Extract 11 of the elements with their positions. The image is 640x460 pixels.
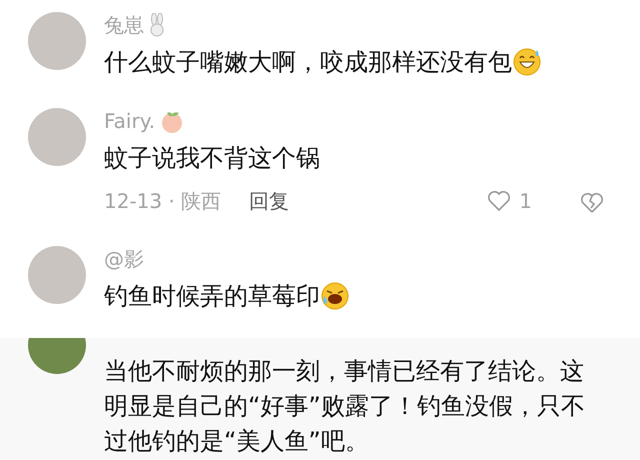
comment-text: 蚊子说我不背这个锅 — [104, 143, 320, 174]
comment-text: 什么蚊子嘴嫩大啊，咬成那样还没有包 — [104, 47, 512, 78]
comment-text: 钓鱼时候弄的草莓印 — [104, 281, 320, 312]
reply-link[interactable]: 回复 — [249, 186, 290, 216]
comment-date-location: 12-13 · 陕西 — [104, 188, 222, 215]
username: 兔崽 — [104, 12, 144, 38]
heart-icon — [487, 190, 512, 212]
username: @影 — [104, 246, 144, 272]
broken-heart-icon — [580, 192, 604, 214]
username: Fairy. — [104, 108, 156, 134]
comment-text: 当他不耐烦的那一刻，事情已经有了结论。这明显是自己的“好事”败露了！钓鱼没假，只不过他钓的是“美人鱼”吧。 — [104, 356, 586, 457]
